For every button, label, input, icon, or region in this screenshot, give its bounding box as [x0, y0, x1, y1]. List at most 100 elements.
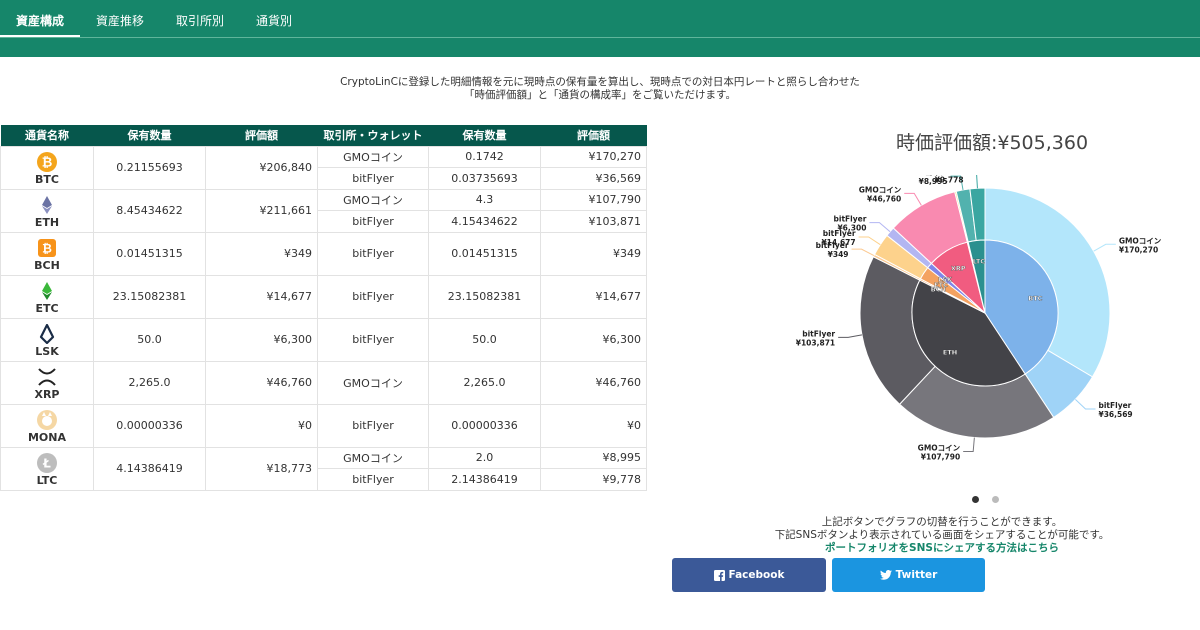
- twitter-share-button[interactable]: Twitter: [832, 558, 985, 592]
- coin-symbol: XRP: [34, 387, 60, 401]
- ripple-icon: [38, 367, 56, 386]
- exchange-name: bitFlyer: [317, 468, 429, 491]
- carousel-dot-1[interactable]: [972, 496, 979, 503]
- exchange-amount: 2,265.0: [428, 360, 541, 405]
- coin-amount: 2,265.0: [93, 360, 206, 405]
- exchange-value: ¥36,569: [540, 167, 647, 190]
- coin-cell: XRP: [0, 360, 94, 405]
- exchange-name: bitFlyer: [317, 274, 429, 319]
- tab-by-currency[interactable]: 通貨別: [240, 0, 308, 38]
- pie-inner-label: BTC: [1028, 294, 1042, 302]
- exchange-amount: 0.03735693: [428, 167, 541, 190]
- pie-outer-label: bitFlyer: [1098, 401, 1131, 410]
- exchange-value: ¥46,760: [540, 360, 647, 405]
- table-header-row: 通貨名称 保有数量 評価額 取引所・ウォレット 保有数量 評価額: [0, 125, 647, 146]
- top-navigation: 資産構成 資産推移 取引所別 通貨別: [0, 0, 1200, 57]
- exchange-amount: 0.01451315: [428, 231, 541, 276]
- pie-inner-label: LSK: [938, 275, 953, 283]
- pie-label-connector: [976, 175, 978, 189]
- pie-outer-label: GMOコイン: [918, 443, 961, 452]
- coin-symbol: BCH: [34, 258, 60, 272]
- intro-text: CryptoLinCに登録した明細情報を元に現時点の保有量を算出し、現時点での対…: [0, 76, 1200, 102]
- table-row: ₿ BCH 0.01451315 ¥349 bitFlyer 0.01451315 ¥349: [0, 231, 647, 276]
- coin-symbol: MONA: [27, 430, 67, 444]
- pie-inner-label: XRP: [951, 264, 966, 272]
- svg-text:Ł: Ł: [42, 456, 51, 470]
- pie-label-connector: [963, 437, 975, 452]
- exchange-name: GMOコイン: [317, 145, 429, 168]
- pie-inner-label: LTC: [973, 257, 985, 265]
- exchange-amount: 23.15082381: [428, 274, 541, 319]
- coin-cell: ₿ BCH: [0, 231, 94, 276]
- exchange-amount: 0.00000336: [428, 403, 541, 448]
- pie-outer-label: GMOコイン: [859, 185, 902, 194]
- share-howto-link[interactable]: ポートフォリオをSNSにシェアする方法はこちら: [825, 542, 1059, 554]
- intro-line-2: 「時価評価額」と「通貨の構成率」をご覧いただけます。: [464, 89, 736, 101]
- tab-bar: 資産構成 資産推移 取引所別 通貨別: [0, 0, 308, 38]
- facebook-icon: [713, 569, 725, 581]
- tab-asset-composition[interactable]: 資産構成: [0, 0, 81, 38]
- coin-symbol: LTC: [36, 473, 58, 487]
- table-row: ETH 8.45434622 ¥211,661 GMOコイン 4.3 ¥107,790: [0, 188, 647, 233]
- coin-value: ¥349: [205, 231, 318, 276]
- tab-by-exchange[interactable]: 取引所別: [160, 0, 240, 38]
- exchange-amount: 50.0: [428, 317, 541, 362]
- facebook-share-button[interactable]: Facebook: [672, 558, 826, 592]
- pie-label-connector: [1075, 398, 1096, 410]
- exchange-name: GMOコイン: [317, 360, 429, 405]
- pie-outer-label: bitFlyer: [802, 329, 835, 338]
- table-row: Ł LTC 4.14386419 ¥18,773 GMOコイン 2.0 ¥8,995: [0, 446, 647, 491]
- coin-symbol: ETC: [35, 301, 59, 315]
- exchange-amount: 4.3: [428, 188, 541, 211]
- coin-value: ¥46,760: [205, 360, 318, 405]
- tab-asset-history[interactable]: 資産推移: [80, 0, 160, 38]
- header-value: 評価額: [205, 125, 318, 146]
- pie-outer-label: ¥103,871: [796, 338, 835, 347]
- coin-cell: Ł LTC: [0, 446, 94, 491]
- exchange-name: bitFlyer: [317, 231, 429, 276]
- exchange-value: ¥0: [540, 403, 647, 448]
- header-exchange-value: 評価額: [540, 125, 647, 146]
- header-exchange: 取引所・ウォレット: [317, 125, 429, 146]
- notes-line-2: 下記SNSボタンより表示されている画面をシェアすることが可能です。: [774, 529, 1110, 541]
- tab-divider: [0, 37, 1200, 38]
- pie-outer-label: ¥6,300: [837, 224, 866, 233]
- bitcoin-icon: ₿: [37, 151, 57, 172]
- coin-amount: 0.21155693: [93, 145, 206, 190]
- coin-amount: 23.15082381: [93, 274, 206, 319]
- coin-cell: ₿ BTC: [0, 145, 94, 190]
- coin-amount: 8.45434622: [93, 188, 206, 233]
- exchange-value: ¥14,677: [540, 274, 647, 319]
- exchange-value: ¥107,790: [540, 188, 647, 211]
- pie-outer-label: ¥349: [828, 250, 849, 259]
- exchange-name: GMOコイン: [317, 188, 429, 211]
- coin-symbol: ETH: [34, 215, 60, 229]
- header-amount: 保有数量: [93, 125, 206, 146]
- exchange-name: bitFlyer: [317, 403, 429, 448]
- twitter-icon: [879, 570, 892, 580]
- pie-label-connector: [858, 236, 881, 246]
- coin-value: ¥206,840: [205, 145, 318, 190]
- exchange-name: bitFlyer: [317, 317, 429, 362]
- exchange-value: ¥8,995: [540, 446, 647, 469]
- coin-value: ¥6,300: [205, 317, 318, 362]
- carousel-dot-2[interactable]: [992, 496, 999, 503]
- pie-label-connector: [1093, 243, 1116, 252]
- coin-cell: ETH: [0, 188, 94, 233]
- pie-inner-label: ETH: [943, 349, 957, 357]
- coin-value: ¥0: [205, 403, 318, 448]
- coin-symbol: BTC: [35, 172, 59, 186]
- coin-symbol: LSK: [35, 344, 59, 358]
- exchange-value: ¥170,270: [540, 145, 647, 168]
- coin-cell: LSK: [0, 317, 94, 362]
- exchange-name: GMOコイン: [317, 446, 429, 469]
- pie-outer-label: bitFlyer: [834, 215, 867, 224]
- coin-amount: 4.14386419: [93, 446, 206, 491]
- coin-value: ¥211,661: [205, 188, 318, 233]
- coin-cell: ETC: [0, 274, 94, 319]
- exchange-value: ¥6,300: [540, 317, 647, 362]
- intro-line-1: CryptoLinCに登録した明細情報を元に現時点の保有量を算出し、現時点での対…: [340, 76, 860, 88]
- ethereum-icon: [42, 195, 52, 214]
- twitter-button-label: Twitter: [895, 569, 938, 581]
- bitcoin-cash-icon: ₿: [38, 238, 56, 257]
